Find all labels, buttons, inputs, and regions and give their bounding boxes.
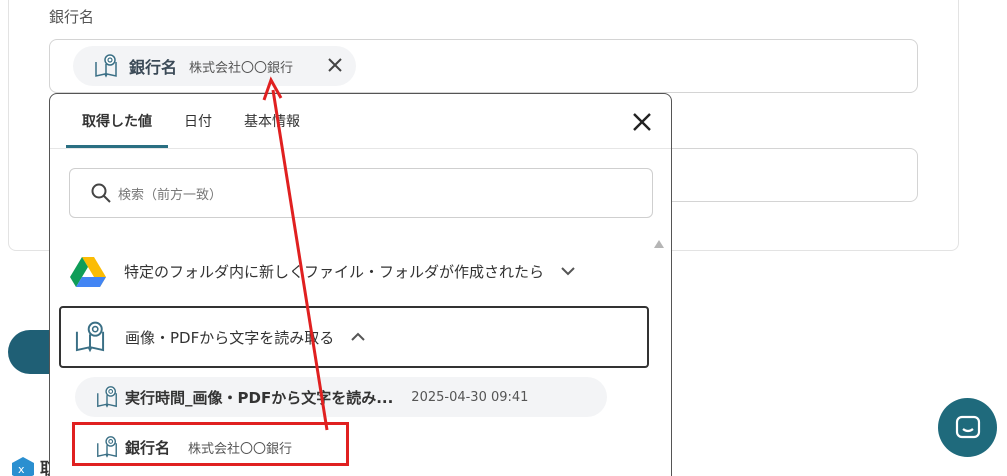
group-google-drive-trigger[interactable]: 特定のフォルダ内に新しくファイル・フォルダが作成されたら [60,246,650,296]
scroll-up-arrow[interactable] [654,240,664,248]
svg-text:x: x [18,463,25,476]
field-label: 銀行名 [49,8,95,26]
highlight-box [72,422,349,466]
chevron-down-icon [561,267,575,276]
chevron-up-icon [351,332,365,341]
value-item-exec-time[interactable]: 実行時間_画像・PDFから文字を読み... 2025-04-30 09:41 [75,377,607,417]
group-label: 特定のフォルダ内に新しくファイル・フォルダが作成されたら [124,262,545,281]
close-icon[interactable] [630,110,654,134]
chat-icon [955,415,980,438]
chat-support-button[interactable] [938,398,997,457]
tab-date[interactable]: 日付 [168,94,228,148]
chip-value: 株式会社〇〇銀行 [189,60,294,76]
ocr-book-icon [75,321,105,353]
tab-divider [50,148,671,149]
tab-acquired-values[interactable]: 取得した値 [66,94,168,148]
item-key: 実行時間_画像・PDFから文字を読み... [125,388,394,407]
value-picker-popup: 取得した値 日付 基本情報 検索（前方一致） 特定のフォルダ内に新しくファイル・… [49,93,672,476]
remove-chip-icon[interactable] [324,54,346,76]
search-placeholder: 検索（前方一致） [118,187,223,203]
group-label: 画像・PDFから文字を読み取る [125,328,335,347]
tab-basic-info[interactable]: 基本情報 [228,94,316,148]
group-ocr-action[interactable]: 画像・PDFから文字を読み取る [59,306,649,368]
app-logo-icon: x [12,457,34,476]
picker-tabs: 取得した値 日付 基本情報 [66,94,316,148]
ocr-book-icon [95,54,117,78]
bank-name-chip[interactable]: 銀行名 株式会社〇〇銀行 [73,46,356,86]
search-input[interactable]: 検索（前方一致） [69,168,653,218]
item-value: 2025-04-30 09:41 [411,389,529,405]
ocr-book-icon [97,386,117,408]
chip-key: 銀行名 [129,58,178,77]
google-drive-icon [70,257,106,287]
second-field[interactable] [660,148,918,202]
search-icon [91,183,111,203]
